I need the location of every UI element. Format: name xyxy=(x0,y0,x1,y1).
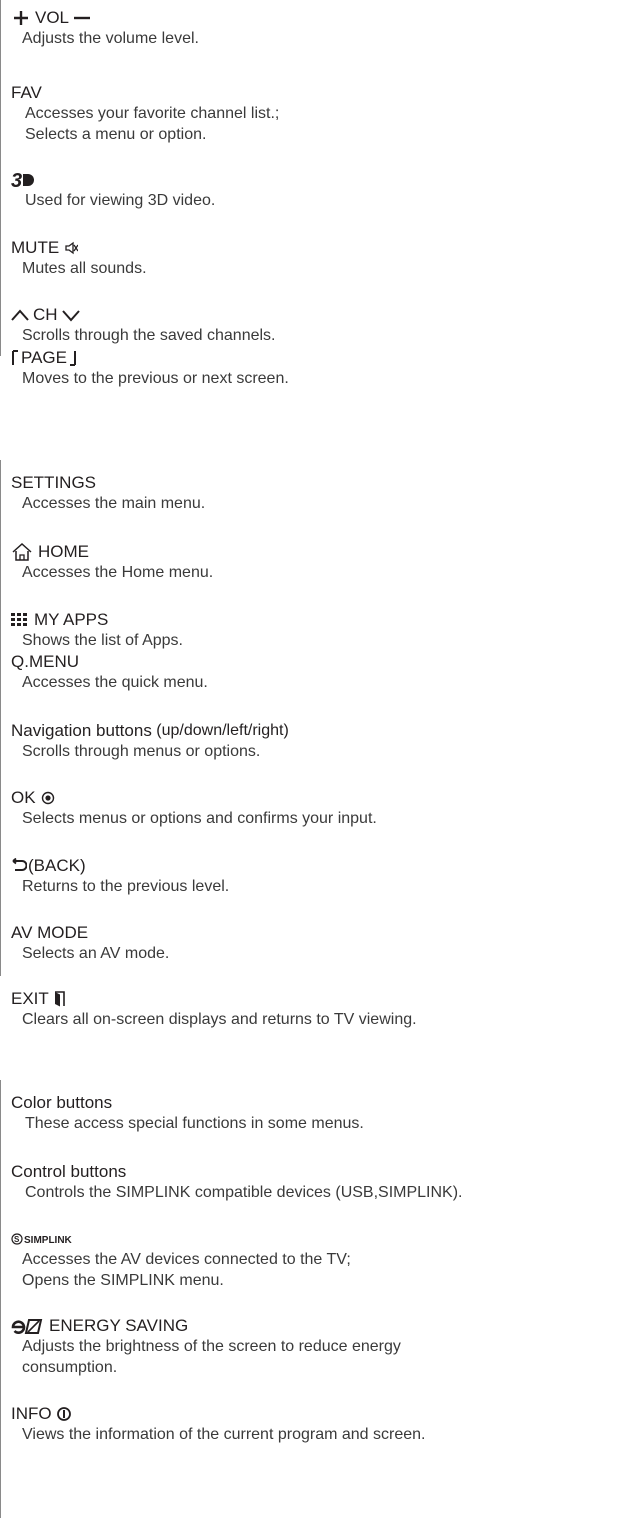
simplink-logo-text: SIMPLINK xyxy=(24,1235,73,1246)
color-buttons-desc: These access special functions in some m… xyxy=(25,1115,364,1132)
info-label: INFO xyxy=(11,1404,52,1423)
page-down-bracket-icon xyxy=(69,349,77,367)
page-up-bracket-icon xyxy=(11,349,19,367)
svg-text:S: S xyxy=(14,1235,20,1244)
simplink-title: S SIMPLINK xyxy=(11,1229,627,1249)
mute-desc: Mutes all sounds. xyxy=(22,260,147,277)
navigation-title: Navigation buttons (up/down/left/right) xyxy=(11,721,627,741)
vol-entry: VOL Adjusts the volume level. xyxy=(11,8,627,49)
simplink-desc-line-2: Opens the SIMPLINK menu. xyxy=(22,1272,224,1289)
fav-desc-line-1: Accesses your favorite channel list.; xyxy=(25,105,280,122)
ch-entry: CH Scrolls through the saved channels. xyxy=(11,305,627,346)
navigation-label: Navigation buttons xyxy=(11,721,152,740)
page-entry: PAGE Moves to the previous or next scree… xyxy=(11,348,627,389)
back-desc: Returns to the previous level. xyxy=(22,878,230,895)
vol-label: VOL xyxy=(35,8,70,27)
settings-desc: Accesses the main menu. xyxy=(22,495,206,512)
q-menu-entry: Q.MENU Accesses the quick menu. xyxy=(11,652,627,693)
3d-title: 3 xyxy=(11,170,627,190)
3d-logo-icon: 3 xyxy=(11,170,39,190)
exit-label: EXIT xyxy=(11,989,49,1008)
section-extras: Color buttons These access special funct… xyxy=(0,1080,627,1518)
svg-text:3: 3 xyxy=(11,170,22,190)
av-mode-title: AV MODE xyxy=(11,923,89,942)
plus-icon xyxy=(11,8,31,28)
av-mode-desc: Selects an AV mode. xyxy=(22,945,170,962)
back-entry: (BACK) Returns to the previous level. xyxy=(11,856,627,897)
my-apps-entry: MY APPS Shows the list of Apps. xyxy=(11,610,627,651)
energy-saving-logo-icon xyxy=(11,1317,43,1335)
fav-entry: FAV Accesses your favorite channel list.… xyxy=(11,83,627,145)
home-desc: Accesses the Home menu. xyxy=(22,564,214,581)
chevron-up-icon xyxy=(11,308,29,322)
exit-entry: EXIT Clears all on-screen displays and r… xyxy=(11,989,627,1030)
simplink-logo-icon: S SIMPLINK xyxy=(11,1232,81,1246)
av-mode-entry: AV MODE Selects an AV mode. xyxy=(11,923,627,964)
vol-desc: Adjusts the volume level. xyxy=(22,30,199,47)
ch-desc: Scrolls through the saved channels. xyxy=(22,327,276,344)
info-title: INFO xyxy=(11,1404,627,1424)
ok-desc: Selects menus or options and confirms yo… xyxy=(22,810,377,827)
energy-saving-label: ENERGY SAVING xyxy=(49,1316,189,1335)
home-title: HOME xyxy=(11,542,627,562)
minus-icon xyxy=(73,8,91,28)
q-menu-desc: Accesses the quick menu. xyxy=(22,674,208,691)
mute-icon xyxy=(64,241,79,255)
back-title: (BACK) xyxy=(11,856,627,876)
navigation-entry: Navigation buttons (up/down/left/right) … xyxy=(11,721,627,762)
vol-title: VOL xyxy=(11,8,627,28)
home-icon xyxy=(11,542,33,562)
my-apps-label: MY APPS xyxy=(34,610,109,629)
simplink-desc-line-1: Accesses the AV devices connected to the… xyxy=(22,1251,351,1268)
page-title: PAGE xyxy=(11,348,627,368)
ok-title: OK xyxy=(11,788,627,808)
q-menu-title: Q.MENU xyxy=(11,652,79,671)
exit-title: EXIT xyxy=(11,989,627,1009)
exit-icon xyxy=(54,991,66,1007)
navigation-desc: Scrolls through menus or options. xyxy=(22,743,261,760)
3d-entry: 3 Used for viewing 3D video. xyxy=(11,170,627,211)
energy-saving-desc-line-1: Adjusts the brightness of the screen to … xyxy=(22,1338,401,1355)
energy-saving-entry: ENERGY SAVING Adjusts the brightness of … xyxy=(11,1316,627,1378)
mute-title: MUTE xyxy=(11,238,627,258)
home-label: HOME xyxy=(38,542,89,561)
control-buttons-entry: Control buttons Controls the SIMPLINK co… xyxy=(11,1162,627,1203)
exit-desc: Clears all on-screen displays and return… xyxy=(22,1011,417,1028)
back-label: (BACK) xyxy=(28,856,86,875)
color-buttons-entry: Color buttons These access special funct… xyxy=(11,1093,627,1134)
control-buttons-title: Control buttons xyxy=(11,1162,127,1181)
color-buttons-title: Color buttons xyxy=(11,1093,113,1112)
page-label: PAGE xyxy=(21,348,67,367)
ok-circle-icon xyxy=(41,791,55,805)
fav-title: FAV xyxy=(11,83,42,102)
section-menus: SETTINGS Accesses the main menu. HOME Ac… xyxy=(0,460,627,1028)
ok-label: OK xyxy=(11,788,36,807)
my-apps-title: MY APPS xyxy=(11,610,627,630)
grid-icon xyxy=(11,612,29,628)
ok-entry: OK Selects menus or options and confirms… xyxy=(11,788,627,829)
settings-title: SETTINGS xyxy=(11,473,97,492)
energy-saving-desc-line-2: consumption. xyxy=(22,1359,118,1376)
mute-entry: MUTE Mutes all sounds. xyxy=(11,238,627,279)
simplink-entry: S SIMPLINK Accesses the AV devices conne… xyxy=(11,1229,627,1291)
ch-title: CH xyxy=(11,305,627,325)
info-circle-icon xyxy=(56,1406,72,1422)
back-arrow-icon xyxy=(11,858,27,874)
info-entry: INFO Views the information of the curren… xyxy=(11,1404,627,1445)
settings-entry: SETTINGS Accesses the main menu. xyxy=(11,473,627,514)
navigation-qualifier: (up/down/left/right) xyxy=(151,722,289,739)
page-desc: Moves to the previous or next screen. xyxy=(22,370,289,387)
chevron-down-icon xyxy=(61,308,80,322)
control-buttons-desc: Controls the SIMPLINK compatible devices… xyxy=(25,1184,463,1201)
ch-label: CH xyxy=(33,305,58,324)
3d-desc: Used for viewing 3D video. xyxy=(25,192,216,209)
info-desc: Views the information of the current pro… xyxy=(22,1426,426,1443)
section-volume-channel: VOL Adjusts the volume level. FAV Access… xyxy=(0,0,627,387)
fav-desc-line-2: Selects a menu or option. xyxy=(25,126,207,143)
mute-label: MUTE xyxy=(11,238,60,257)
energy-saving-title: ENERGY SAVING xyxy=(11,1316,627,1336)
my-apps-desc: Shows the list of Apps. xyxy=(22,632,183,649)
home-entry: HOME Accesses the Home menu. xyxy=(11,542,627,583)
